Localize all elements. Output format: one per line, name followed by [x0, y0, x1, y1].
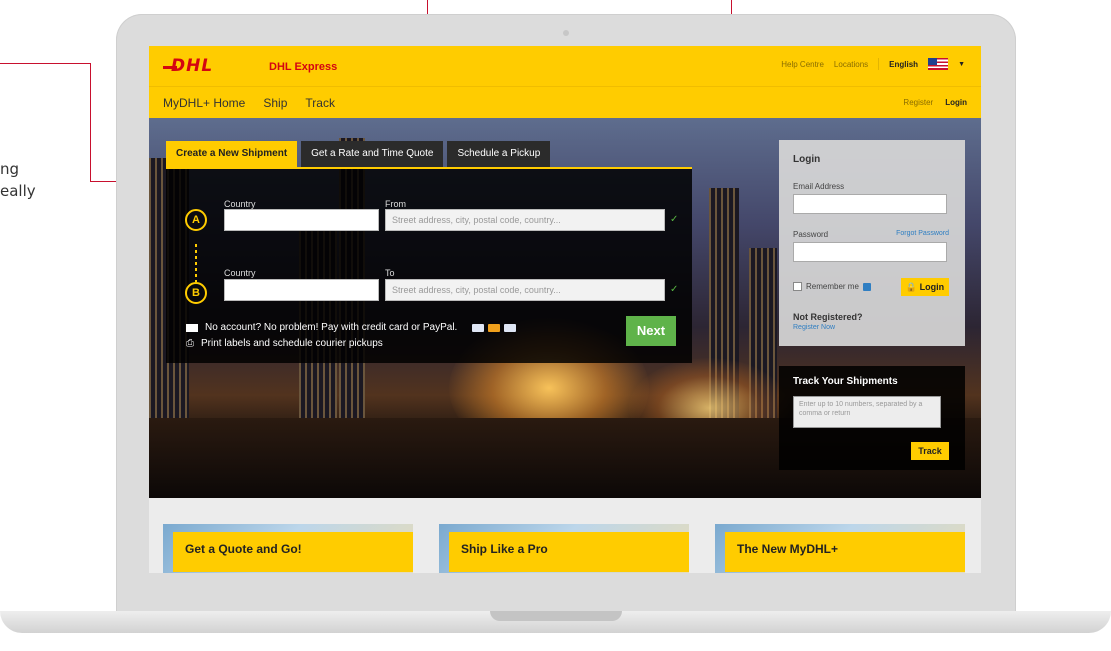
- shipment-tabs: Create a New Shipment Get a Rate and Tim…: [166, 141, 551, 167]
- help-centre-link[interactable]: Help Centre: [781, 60, 824, 69]
- visa-icon: [472, 323, 485, 332]
- remember-checkbox[interactable]: [793, 282, 802, 291]
- top-links: Help Centre Locations English ▼: [781, 58, 965, 70]
- print-info: ⎙ Print labels and schedule courier pick…: [186, 338, 383, 349]
- login-title: Login: [793, 154, 821, 165]
- promo-section: Get a Quote and Go! Ship Like a Pro The …: [149, 498, 981, 573]
- from-country-input[interactable]: [224, 209, 379, 231]
- promo-card[interactable]: The New MyDHL+: [715, 524, 965, 573]
- printer-icon: ⎙: [186, 338, 194, 349]
- main-nav: MyDHL+ Home Ship Track: [163, 96, 335, 110]
- callout-line-a: ng: [0, 160, 20, 178]
- tab-create-shipment[interactable]: Create a New Shipment: [166, 141, 298, 167]
- promo-card-title: Get a Quote and Go!: [173, 532, 413, 572]
- account-links: Register Login: [903, 98, 967, 107]
- us-flag-icon[interactable]: [928, 58, 949, 70]
- login-panel: Login Email Address Password Forgot Pass…: [779, 140, 965, 346]
- to-label: To: [385, 268, 395, 278]
- laptop-notch: [490, 611, 622, 621]
- promo-card-title: Ship Like a Pro: [449, 532, 689, 572]
- login-button[interactable]: 🔒 Login: [901, 278, 949, 296]
- from-country-label: Country: [224, 199, 256, 209]
- promo-card[interactable]: Get a Quote and Go!: [163, 524, 413, 573]
- divider: [878, 58, 880, 70]
- password-label: Password: [793, 230, 829, 239]
- nav-track[interactable]: Track: [305, 96, 335, 110]
- lock-icon: 🔒: [905, 282, 918, 292]
- language-selector[interactable]: English: [889, 60, 918, 69]
- check-icon: ✓: [670, 284, 679, 295]
- amex-icon: [504, 323, 517, 332]
- destination-marker-icon: B: [185, 282, 207, 304]
- promo-card-title: The New MyDHL+: [725, 532, 965, 572]
- origin-marker-icon: A: [185, 209, 207, 231]
- track-panel: Track Your Shipments Enter up to 10 numb…: [779, 366, 965, 470]
- from-address-input[interactable]: Street address, city, postal code, count…: [385, 209, 665, 231]
- callout-line-b: eally: [0, 182, 36, 200]
- payment-info: No account? No problem! Pay with credit …: [186, 322, 517, 333]
- promo-card[interactable]: Ship Like a Pro: [439, 524, 689, 573]
- brand-name: DHL Express: [269, 61, 338, 73]
- login-link[interactable]: Login: [945, 98, 967, 107]
- credit-card-icon: [186, 323, 198, 332]
- from-label: From: [385, 199, 406, 209]
- login-button-label: Login: [919, 282, 945, 292]
- track-title: Track Your Shipments: [793, 376, 898, 387]
- nav-ship[interactable]: Ship: [263, 96, 287, 110]
- callout-line-1-h: [0, 63, 91, 64]
- dhl-logo[interactable]: DHL: [171, 56, 213, 76]
- print-info-text: Print labels and schedule courier pickup…: [201, 338, 383, 349]
- to-country-input[interactable]: [224, 279, 379, 301]
- not-registered-label: Not Registered?: [793, 312, 863, 322]
- next-button[interactable]: Next: [626, 316, 676, 346]
- chevron-down-icon[interactable]: ▼: [958, 61, 965, 68]
- shipment-form: A B Country From Street address, city, p…: [166, 167, 692, 363]
- to-address-input[interactable]: Street address, city, postal code, count…: [385, 279, 665, 301]
- callout-text: ng eally: [0, 158, 36, 202]
- payment-info-text: No account? No problem! Pay with credit …: [205, 322, 458, 333]
- register-now-link[interactable]: Register Now: [793, 324, 835, 331]
- register-link[interactable]: Register: [903, 98, 933, 107]
- tracking-input[interactable]: Enter up to 10 numbers, separated by a c…: [793, 396, 941, 428]
- to-country-label: Country: [224, 268, 256, 278]
- remember-me[interactable]: Remember me: [793, 282, 871, 291]
- camera-icon: [563, 30, 569, 36]
- top-bar: DHL DHL Express Help Centre Locations En…: [149, 46, 981, 86]
- check-icon: ✓: [670, 214, 679, 225]
- password-field[interactable]: [793, 242, 947, 262]
- remember-label: Remember me: [806, 282, 859, 291]
- nav-mydhl-home[interactable]: MyDHL+ Home: [163, 96, 245, 110]
- info-icon[interactable]: [862, 282, 871, 291]
- nav-bar: MyDHL+ Home Ship Track Register Login: [149, 86, 981, 118]
- screen: DHL DHL Express Help Centre Locations En…: [149, 46, 981, 573]
- locations-link[interactable]: Locations: [834, 60, 868, 69]
- tab-rate-quote[interactable]: Get a Rate and Time Quote: [301, 141, 444, 167]
- callout-line-1-v: [90, 63, 91, 182]
- payment-logos: [472, 323, 517, 332]
- forgot-password-link[interactable]: Forgot Password: [896, 230, 949, 237]
- email-label: Email Address: [793, 182, 845, 191]
- tab-schedule-pickup[interactable]: Schedule a Pickup: [447, 141, 551, 167]
- mastercard-icon: [488, 323, 501, 332]
- email-field[interactable]: [793, 194, 947, 214]
- track-button[interactable]: Track: [911, 442, 949, 460]
- route-line: [195, 244, 197, 282]
